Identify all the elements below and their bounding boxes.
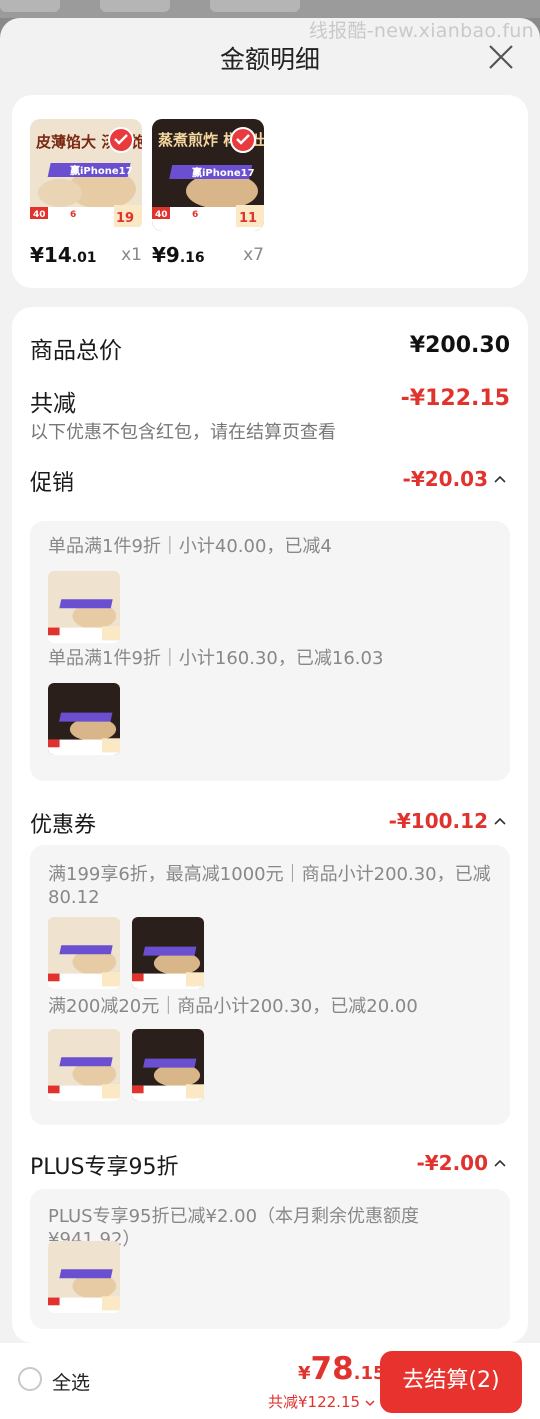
product-price: ¥14.01 <box>30 243 97 267</box>
coupon-rule-text: 满199享6折，最高减1000元｜商品小计200.30，已减80.12 <box>48 864 491 908</box>
chevron-up-icon <box>494 817 506 825</box>
product-thumbnail <box>48 571 120 643</box>
thumb-num: 40 <box>33 210 46 220</box>
thumb-price: 11 <box>239 211 257 226</box>
chevron-up-icon <box>494 1159 506 1167</box>
watermark: 线报酷-new.xianbao.fun <box>308 20 534 42</box>
plus-toggle[interactable]: -¥2.00 <box>416 1151 506 1175</box>
backdrop-tab <box>0 0 60 12</box>
chevron-up-icon <box>494 475 506 483</box>
total-amount: ¥78.15 <box>298 1351 386 1387</box>
product-thumbnail <box>132 917 204 989</box>
product-thumbnail <box>48 1029 120 1101</box>
product-price: ¥9.16 <box>152 243 205 267</box>
chevron-down-icon <box>365 1400 375 1407</box>
thumb-num: 6 <box>192 210 198 220</box>
product-thumbnail <box>48 1241 120 1313</box>
backdrop-tab <box>210 0 300 12</box>
close-icon[interactable] <box>488 44 514 70</box>
product-item[interactable]: 蒸煮煎炸 样样出色 赢iPhone17 40 6 11 ¥9.16 x7 <box>152 119 264 267</box>
total-reduce-label: 共减 <box>30 391 76 417</box>
product-image: 蒸煮煎炸 样样出色 赢iPhone17 40 6 11 <box>152 119 264 231</box>
select-all-radio[interactable] <box>18 1367 42 1391</box>
product-thumbnail <box>48 917 120 989</box>
plus-detail-box: PLUS专享95折已减¥2.00（本月剩余优惠额度¥941.92） <box>30 1189 510 1329</box>
product-image: 皮薄馅大 汤汁饱满 赢iPhone17 40 6 19 <box>30 119 142 231</box>
product-qty: x1 <box>121 245 142 265</box>
backdrop-tab <box>100 0 170 12</box>
thumb-price: 19 <box>116 211 134 226</box>
coupon-detail-box: 满199享6折，最高减1000元｜商品小计200.30，已减80.12 满200… <box>30 845 510 1125</box>
coupon-label: 优惠券 <box>30 813 97 838</box>
checked-icon[interactable] <box>230 127 256 153</box>
coupon-value: -¥100.12 <box>388 809 488 833</box>
promotion-toggle[interactable]: -¥20.03 <box>403 467 506 491</box>
total-price-label: 商品总价 <box>30 338 122 364</box>
promotion-value: -¥20.03 <box>402 467 488 491</box>
product-item[interactable]: 皮薄馅大 汤汁饱满 赢iPhone17 40 6 19 ¥14.01 x1 <box>30 119 142 267</box>
total-price-value: ¥200.30 <box>409 333 510 358</box>
checkout-button[interactable]: 去结算(2) <box>380 1351 522 1413</box>
product-thumbnail <box>48 683 120 755</box>
coupon-rule-text: 满200减20元｜商品小计200.30，已减20.00 <box>48 996 418 1017</box>
plus-value: -¥2.00 <box>416 1151 488 1175</box>
discount-summary[interactable]: 共减¥122.15 <box>268 1391 375 1412</box>
product-card: 皮薄馅大 汤汁饱满 赢iPhone17 40 6 19 ¥14.01 x1 <box>12 95 528 288</box>
coupon-toggle[interactable]: -¥100.12 <box>389 809 506 833</box>
thumb-num: 40 <box>155 210 168 220</box>
thumb-banner: 赢iPhone17 <box>70 164 133 177</box>
select-all-label[interactable]: 全选 <box>52 1368 90 1395</box>
promotion-rule-text: 单品满1件9折｜小计160.30，已减16.03 <box>48 648 384 669</box>
plus-label: PLUS专享95折 <box>30 1155 179 1180</box>
checkout-bar: 全选 ¥78.15 共减¥122.15 去结算(2) <box>0 1343 540 1419</box>
sheet-title: 金额明细 <box>219 45 320 74</box>
promotion-label: 促销 <box>30 471 75 496</box>
total-reduce-value: -¥122.15 <box>400 386 510 411</box>
promotion-detail-box: 单品满1件9折｜小计40.00，已减4 单品满1件9折｜小计160.30，已减1… <box>30 521 510 781</box>
thumb-num: 6 <box>70 210 76 220</box>
promotion-rule-text: 单品满1件9折｜小计40.00，已减4 <box>48 536 332 557</box>
product-qty: x7 <box>243 245 264 265</box>
thumb-banner: 赢iPhone17 <box>192 166 255 179</box>
discount-detail-card: 商品总价 ¥200.30 共减 -¥122.15 以下优惠不包含红包，请在结算页… <box>12 307 528 1343</box>
amount-detail-sheet: 金额明细 皮薄馅大 汤汁饱满 赢iPhone17 40 6 <box>0 18 540 1419</box>
product-thumbnail <box>132 1029 204 1101</box>
redpacket-note: 以下优惠不包含红包，请在结算页查看 <box>30 422 336 443</box>
checked-icon[interactable] <box>108 127 134 153</box>
